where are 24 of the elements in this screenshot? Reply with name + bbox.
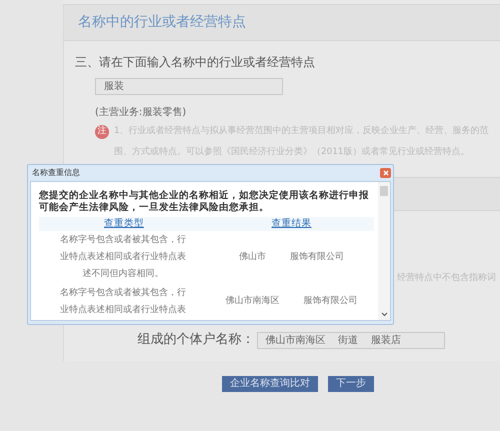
note-icon: 注 (95, 125, 109, 139)
compare-button[interactable]: 企业名称查询比对 (222, 376, 318, 392)
table-cell-text: 名称字号包含或者被其包含，行业特点表述相同或者行业特点表述不同但内容相同。 (59, 234, 187, 281)
table-cell-text: 佛山市 (239, 250, 266, 264)
warning-text: 您提交的企业名称中与其他企业的名称相近，如您决定使用该名称进行申报可能会产生法律风险，一旦发生法律风险由您承担。 (39, 190, 370, 214)
scroll-down-icon[interactable] (380, 312, 388, 317)
table-cell-text: 服饰有限公司 (290, 250, 344, 264)
table-cell-text: 名称字号包含或者被其包含，行业特点表述相同或者行业特点表 (59, 286, 187, 317)
column-header: 查重结果 (270, 216, 312, 231)
section-prompt: 三、请在下面输入名称中的行业或者经营特点 (75, 54, 316, 70)
scrollbar[interactable] (378, 182, 390, 320)
table-cell-text: 佛山市南海区 (226, 295, 280, 308)
composed-name-field[interactable]: 佛山市南海区 街道 服装店 (256, 332, 444, 349)
next-button[interactable]: 下一步 (328, 376, 374, 392)
close-icon (382, 170, 388, 176)
column-header: 查重类型 (103, 216, 145, 231)
industry-input[interactable]: 服装 (95, 78, 283, 95)
close-button[interactable] (380, 168, 391, 178)
composed-name-label: 组成的个体户名称： (138, 330, 254, 348)
scroll-thumb[interactable] (380, 186, 388, 196)
table-cell-text: 服饰有限公司 (304, 295, 358, 308)
dialog-title: 名称查重信息 (32, 167, 80, 179)
main-business-text: (主营业务:服装零售) (95, 106, 188, 120)
section-title: 名称中的行业或者经营特点 (78, 13, 246, 32)
